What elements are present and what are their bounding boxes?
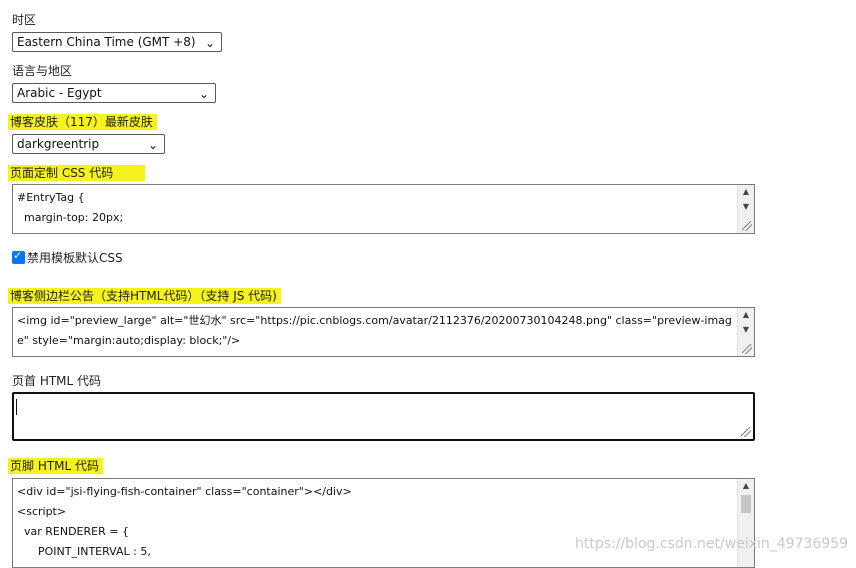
css-code-text: #EntryTag { margin-top: 20px; font — [17, 191, 124, 233]
footer-html-textarea[interactable]: <div id="jsi-flying-fish-container" clas… — [12, 478, 755, 568]
check-icon: ✓ — [13, 249, 23, 262]
watermark: https://blog.csdn.net/weixin_49736959 — [574, 536, 848, 552]
timezone-select[interactable]: Eastern China Time (GMT +8) ⌄ — [12, 32, 222, 52]
header-html-textarea[interactable] — [12, 392, 755, 441]
scroll-down-icon[interactable]: ▼ — [738, 323, 754, 337]
scroll-up-icon[interactable]: ▲ — [738, 185, 754, 199]
skin-label-text: 博客皮肤（117）最新皮肤 — [8, 114, 157, 130]
header-html-label: 页首 HTML 代码 — [12, 374, 102, 388]
sidebar-notice-textarea[interactable]: <img id="preview_large" alt="世幻水" src="h… — [12, 307, 755, 357]
disable-default-css-label: 禁用模板默认CSS — [27, 251, 123, 265]
disable-default-css-checkbox[interactable]: ✓ — [12, 249, 25, 264]
scroll-up-icon[interactable]: ▲ — [738, 308, 754, 322]
scrollbar-thumb[interactable] — [741, 495, 751, 513]
footer-html-scrollbar[interactable]: ▲ — [737, 479, 754, 567]
css-code-textarea[interactable]: #EntryTag { margin-top: 20px; font ▲ ▼ — [12, 184, 755, 234]
sidebar-notice-label: 博客侧边栏公告（支持HTML代码）（支持 JS 代码) — [8, 288, 281, 304]
resize-grip-icon[interactable] — [742, 344, 752, 354]
css-label: 页面定制 CSS 代码 — [8, 165, 146, 181]
language-value: Arabic - Egypt — [17, 86, 102, 100]
scroll-down-icon[interactable]: ▼ — [738, 200, 754, 214]
chevron-down-icon: ⌄ — [204, 36, 215, 50]
timezone-label: 时区 — [12, 13, 37, 27]
language-label: 语言与地区 — [12, 64, 73, 78]
sidebar-notice-label-text: 博客侧边栏公告（支持HTML代码）（支持 JS 代码) — [8, 288, 281, 304]
footer-html-label-text: 页脚 HTML 代码 — [8, 458, 104, 474]
sidebar-notice-code-text: <img id="preview_large" alt="世幻水" src="h… — [17, 314, 732, 356]
css-label-text: 页面定制 CSS 代码 — [8, 165, 146, 181]
chevron-down-icon: ⌄ — [147, 138, 158, 152]
resize-grip-icon[interactable] — [741, 427, 751, 437]
skin-label: 博客皮肤（117）最新皮肤 — [8, 114, 157, 130]
chevron-down-icon: ⌄ — [198, 87, 209, 101]
footer-html-label: 页脚 HTML 代码 — [8, 458, 104, 474]
timezone-value: Eastern China Time (GMT +8) — [17, 35, 196, 49]
skin-select[interactable]: darkgreentrip ⌄ — [12, 134, 165, 154]
language-select[interactable]: Arabic - Egypt ⌄ — [12, 83, 216, 103]
resize-grip-icon[interactable] — [742, 221, 752, 231]
text-cursor — [16, 399, 17, 415]
scroll-up-icon[interactable]: ▲ — [738, 479, 754, 493]
skin-value: darkgreentrip — [17, 137, 100, 151]
